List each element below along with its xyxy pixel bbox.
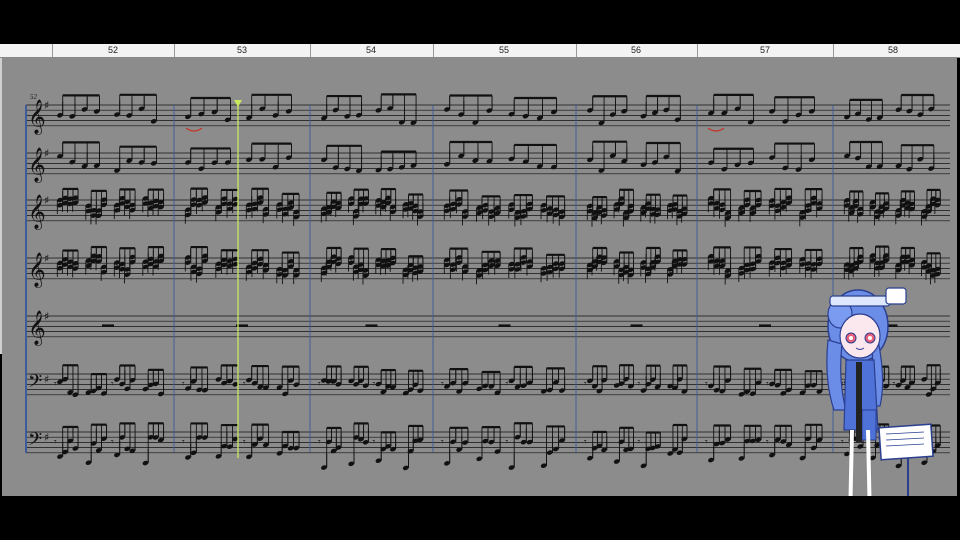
- notes: 𝄾𝄾𝄾𝄾𝄾𝄾𝄾𝄾𝄾𝄾𝄾𝄾𝄾𝄾𝄾𝄾𝄾𝄾𝄾𝄾𝄾𝄾𝄾𝄾𝄾𝄾𝄾𝄾: [54, 93, 941, 471]
- rest: 𝄾: [373, 379, 376, 390]
- key-signature-sharp: ♯: [44, 310, 49, 323]
- rest: 𝄾: [584, 437, 587, 448]
- ruler-tick: [833, 44, 834, 57]
- rest: 𝄾: [766, 437, 769, 448]
- rest: 𝄾: [441, 437, 444, 448]
- rest: 𝄾: [243, 437, 246, 448]
- rest: 𝄾: [111, 437, 114, 448]
- rest: 𝄾: [373, 437, 376, 448]
- rest: 𝄾: [638, 379, 641, 390]
- rest: 𝄾: [705, 379, 708, 390]
- measure-number-58[interactable]: 58: [883, 44, 903, 57]
- ruler-tick: [310, 44, 311, 57]
- key-signature-sharp: ♯: [44, 147, 49, 160]
- rest: 𝄾: [506, 379, 509, 390]
- rest: 𝄾: [441, 379, 444, 390]
- measure-number-54[interactable]: 54: [361, 44, 381, 57]
- rest: 𝄾: [766, 379, 769, 390]
- rest: 𝄾: [638, 437, 641, 448]
- key-signature-sharp: ♯: [44, 252, 49, 265]
- ruler-tick: [576, 44, 577, 57]
- rest: 𝄾: [705, 437, 708, 448]
- bass-clef-icon: 𝄢: [28, 372, 42, 397]
- measure-number-56[interactable]: 56: [626, 44, 646, 57]
- measure-ruler[interactable]: 52 53 54 55 56 57 58: [0, 44, 960, 58]
- measure-number-57[interactable]: 57: [755, 44, 775, 57]
- slur: [707, 127, 725, 132]
- ruler-tick: [697, 44, 698, 57]
- measure-number-55[interactable]: 55: [494, 44, 514, 57]
- slur: [185, 127, 203, 132]
- ruler-tick: [52, 44, 53, 57]
- rest: 𝄾: [54, 379, 57, 390]
- rest: 𝄾: [841, 437, 844, 448]
- rest: 𝄾: [111, 379, 114, 390]
- whole-rest: [630, 324, 643, 327]
- key-signature-sharp: ♯: [44, 431, 49, 444]
- ruler-tick: [174, 44, 175, 57]
- rest: 𝄾: [318, 437, 321, 448]
- rest: 𝄾: [182, 379, 185, 390]
- rest: 𝄾: [182, 437, 185, 448]
- rest: 𝄾: [584, 379, 587, 390]
- score-editor-window: 52 53 54 55 56 57 58 52 𝄞 ♯ 𝄞 ♯ 𝄞 ♯ 𝄞 ♯ 𝄞 ♯ 𝄢 ♯ 𝄢 ♯ 𝄾…: [0, 0, 960, 540]
- whole-rest: [365, 324, 378, 327]
- key-signature-sharp: ♯: [44, 99, 49, 112]
- rest: 𝄾: [54, 437, 57, 448]
- key-signature-sharp: ♯: [44, 194, 49, 207]
- rest: 𝄾: [318, 379, 321, 390]
- measure-number-52[interactable]: 52: [103, 44, 123, 57]
- chibi-girl-with-music-stand-icon: [826, 287, 934, 496]
- ruler-tick: [433, 44, 434, 57]
- key-signature-sharp: ♯: [44, 373, 49, 386]
- score-canvas[interactable]: 52 𝄞 ♯ 𝄞 ♯ 𝄞 ♯ 𝄞 ♯ 𝄞 ♯ 𝄢 ♯ 𝄢 ♯ 𝄾 𝄾 𝄾 𝄾 𝄾 𝄾 𝄾 𝄾 𝄾 𝄾 𝄾 𝄾 𝄾 𝄾 𝄾 𝄾 𝄾 𝄾 𝄾 𝄾 𝄾 𝄾…: [2, 58, 957, 496]
- whole-rest: [498, 324, 511, 327]
- rest: 𝄾: [243, 379, 246, 390]
- rest: 𝄾: [506, 437, 509, 448]
- rest: 𝄾: [893, 379, 896, 390]
- score-notation[interactable]: 52 𝄞♯𝄞♯𝄞♯𝄞♯𝄞♯𝄢 ♯𝄢 ♯ 𝄾 𝄾 𝄾 𝄾 𝄾 𝄾 𝄾 𝄾 𝄾 𝄾 𝄾 𝄾 𝄾 𝄾𝄾 𝄾 𝄾 𝄾 𝄾 𝄾 𝄾 𝄾…: [2, 58, 957, 496]
- whole-rest: [102, 324, 114, 327]
- measure-number-53[interactable]: 53: [232, 44, 252, 57]
- bass-clef-icon: 𝄢: [28, 430, 42, 455]
- whole-rest: [759, 324, 771, 327]
